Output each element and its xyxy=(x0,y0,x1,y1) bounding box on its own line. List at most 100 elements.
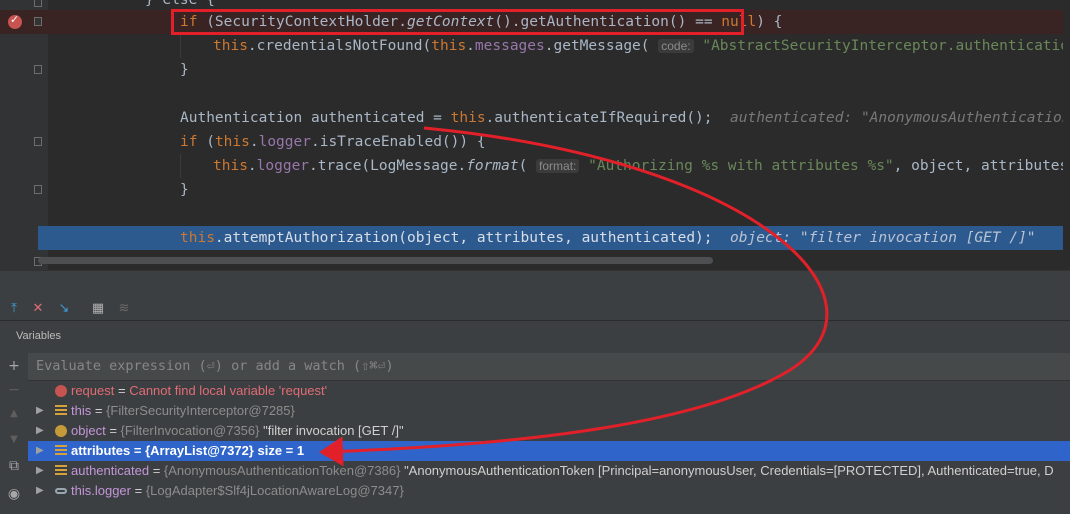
variable-name: attributes xyxy=(71,443,131,458)
variable-row[interactable]: request = Cannot find local variable 're… xyxy=(28,381,1070,401)
annotation-highlight-box xyxy=(171,9,744,35)
variable-separator: = xyxy=(130,443,146,458)
field-icon xyxy=(55,405,67,417)
calculator-icon[interactable]: ▦ xyxy=(90,301,106,317)
remove-icon[interactable]: ✕ xyxy=(30,301,46,317)
move-up-icon[interactable]: ▲ xyxy=(6,406,22,422)
code-segment: . xyxy=(247,158,257,174)
param-icon xyxy=(55,425,67,437)
editor-right-edge xyxy=(1063,0,1070,270)
variable-text: this = {FilterSecurityInterceptor@7285} xyxy=(71,401,295,421)
variable-value: Cannot find local variable 'request' xyxy=(129,383,328,398)
minus-icon[interactable]: − xyxy=(6,382,22,398)
variable-row[interactable]: ▶ object = {FilterInvocation@7356} "filte… xyxy=(28,421,1070,441)
parameter-hint: code: xyxy=(658,39,694,53)
fold-marker-icon[interactable] xyxy=(34,17,42,26)
evaluate-expression-input[interactable]: Evaluate expression (⏎) or add a watch (… xyxy=(36,353,394,380)
variables-side-toolbar: + − ▲ ▼ ⧉ ◉ xyxy=(0,350,28,513)
fold-marker-icon[interactable] xyxy=(34,0,42,7)
code-segment: .trace(LogMessage. xyxy=(309,158,467,174)
variable-name: object xyxy=(71,423,106,438)
variable-text: authenticated = {AnonymousAuthentication… xyxy=(71,461,1054,481)
variable-text: request = Cannot find local variable 're… xyxy=(71,381,327,401)
variable-row[interactable]: ▶ authenticated = {AnonymousAuthenticatio… xyxy=(28,461,1070,481)
eye-icon[interactable]: ◉ xyxy=(6,486,22,502)
variable-type: {ArrayList@7372} xyxy=(145,443,254,458)
code-line: Authentication authenticated = this.auth… xyxy=(0,106,1070,130)
variable-separator: = xyxy=(105,423,121,438)
code-text: if (this.logger.isTraceEnabled()) { xyxy=(180,130,486,154)
variable-text: attributes = {ArrayList@7372} size = 1 xyxy=(71,441,304,461)
code-segment: .authenticateIfRequired(); xyxy=(485,110,713,126)
string-literal: "Authorizing %s with attributes %s" xyxy=(588,158,894,174)
code-line: if (this.logger.isTraceEnabled()) { xyxy=(0,130,1070,154)
variable-row[interactable]: ▶ this.logger = {LogAdapter$Slf4jLocation… xyxy=(28,481,1070,501)
add-icon[interactable]: + xyxy=(6,358,22,374)
variable-type: {AnonymousAuthenticationToken@7386} xyxy=(163,463,401,478)
code-line: this.credentialsNotFound(this.messages.g… xyxy=(0,34,1070,58)
variable-type: {FilterSecurityInterceptor@7285} xyxy=(106,403,295,418)
parameter-hint: format: xyxy=(536,159,580,173)
run-to-cursor-icon[interactable]: ↘ xyxy=(56,301,72,317)
list-icon xyxy=(55,465,67,477)
code-text: Authentication authenticated = this.auth… xyxy=(180,106,1070,130)
code-segment: .attemptAuthorization(object, attributes… xyxy=(214,230,713,246)
keyword: if xyxy=(180,134,198,150)
variable-value: "AnonymousAuthenticationToken [Principal… xyxy=(400,463,1054,478)
copy-icon[interactable]: ⧉ xyxy=(6,458,22,474)
horizontal-scrollbar[interactable] xyxy=(38,257,713,264)
code-line: } xyxy=(0,58,1070,82)
code-line: } xyxy=(0,178,1070,202)
fold-marker-icon[interactable] xyxy=(34,137,42,146)
expand-arrow-icon[interactable]: ▶ xyxy=(36,401,44,421)
variable-separator: = xyxy=(130,483,146,498)
evaluate-expression-bar[interactable]: Evaluate expression (⏎) or add a watch (… xyxy=(28,353,1070,381)
keyword: this xyxy=(214,134,250,150)
method-name: format xyxy=(466,158,519,174)
variable-value: "filter invocation [GET /]" xyxy=(259,423,404,438)
code-editor[interactable]: } else { if (SecurityContextHolder.getCo… xyxy=(0,0,1070,270)
variable-row[interactable]: ▶ this = {FilterSecurityInterceptor@7285} xyxy=(28,401,1070,421)
code-segment: .isTraceEnabled()) { xyxy=(310,134,486,150)
code-text: } xyxy=(180,182,189,198)
string-literal: "AbstractSecurityInterceptor.authenticat… xyxy=(702,38,1070,54)
variable-name: authenticated xyxy=(71,463,150,478)
variable-type: {LogAdapter$Slf4jLocationAwareLog@7347} xyxy=(145,483,404,498)
watch-icon xyxy=(55,488,67,494)
variable-name: this xyxy=(71,403,92,418)
breakpoint-icon[interactable] xyxy=(8,13,22,29)
indent-guide xyxy=(180,154,181,178)
expand-arrow-icon[interactable]: ▶ xyxy=(36,441,44,461)
code-line-execution-point: this.attemptAuthorization(object, attrib… xyxy=(38,226,1070,250)
code-segment: Authentication authenticated = xyxy=(180,110,451,126)
variable-name: this.logger xyxy=(71,483,131,498)
code-text: this.logger.trace(LogMessage.format( for… xyxy=(213,154,1070,178)
code-segment: { xyxy=(764,14,783,30)
keyword: this xyxy=(450,110,486,126)
code-line: this.logger.trace(LogMessage.format( for… xyxy=(0,154,1070,178)
step-out-icon[interactable]: ⤒ xyxy=(6,301,22,317)
code-segment: , object, attributes)); xyxy=(893,158,1070,174)
field-name: messages xyxy=(474,38,545,54)
expand-arrow-icon[interactable]: ▶ xyxy=(36,481,44,501)
trace-icon[interactable]: ≋ xyxy=(116,301,132,317)
list-icon xyxy=(55,445,67,457)
fold-marker-icon[interactable] xyxy=(34,65,42,74)
code-segment: ( xyxy=(197,134,215,150)
variable-value: size = 1 xyxy=(253,443,305,458)
expand-arrow-icon[interactable]: ▶ xyxy=(36,421,44,441)
code-segment: .credentialsNotFound( xyxy=(247,38,432,54)
keyword: this xyxy=(180,230,215,246)
inline-value-hint: authenticated: "AnonymousAuthenticationT… xyxy=(730,110,1070,126)
keyword: this xyxy=(431,38,467,54)
indent-guide xyxy=(180,34,181,58)
debugger-toolbar: ⤒ ✕ ↘ ▦ ≋ xyxy=(0,270,1070,321)
variable-separator: = xyxy=(114,383,130,398)
variables-panel-title: Variables xyxy=(16,330,62,342)
move-down-icon[interactable]: ▼ xyxy=(6,432,22,448)
code-segment: . xyxy=(466,38,475,54)
variable-row[interactable]: ▶ attributes = {ArrayList@7372} size = 1 xyxy=(28,441,1070,461)
expand-arrow-icon[interactable]: ▶ xyxy=(36,461,44,481)
code-segment: .getMessage( xyxy=(544,38,650,54)
fold-marker-icon[interactable] xyxy=(34,185,42,194)
